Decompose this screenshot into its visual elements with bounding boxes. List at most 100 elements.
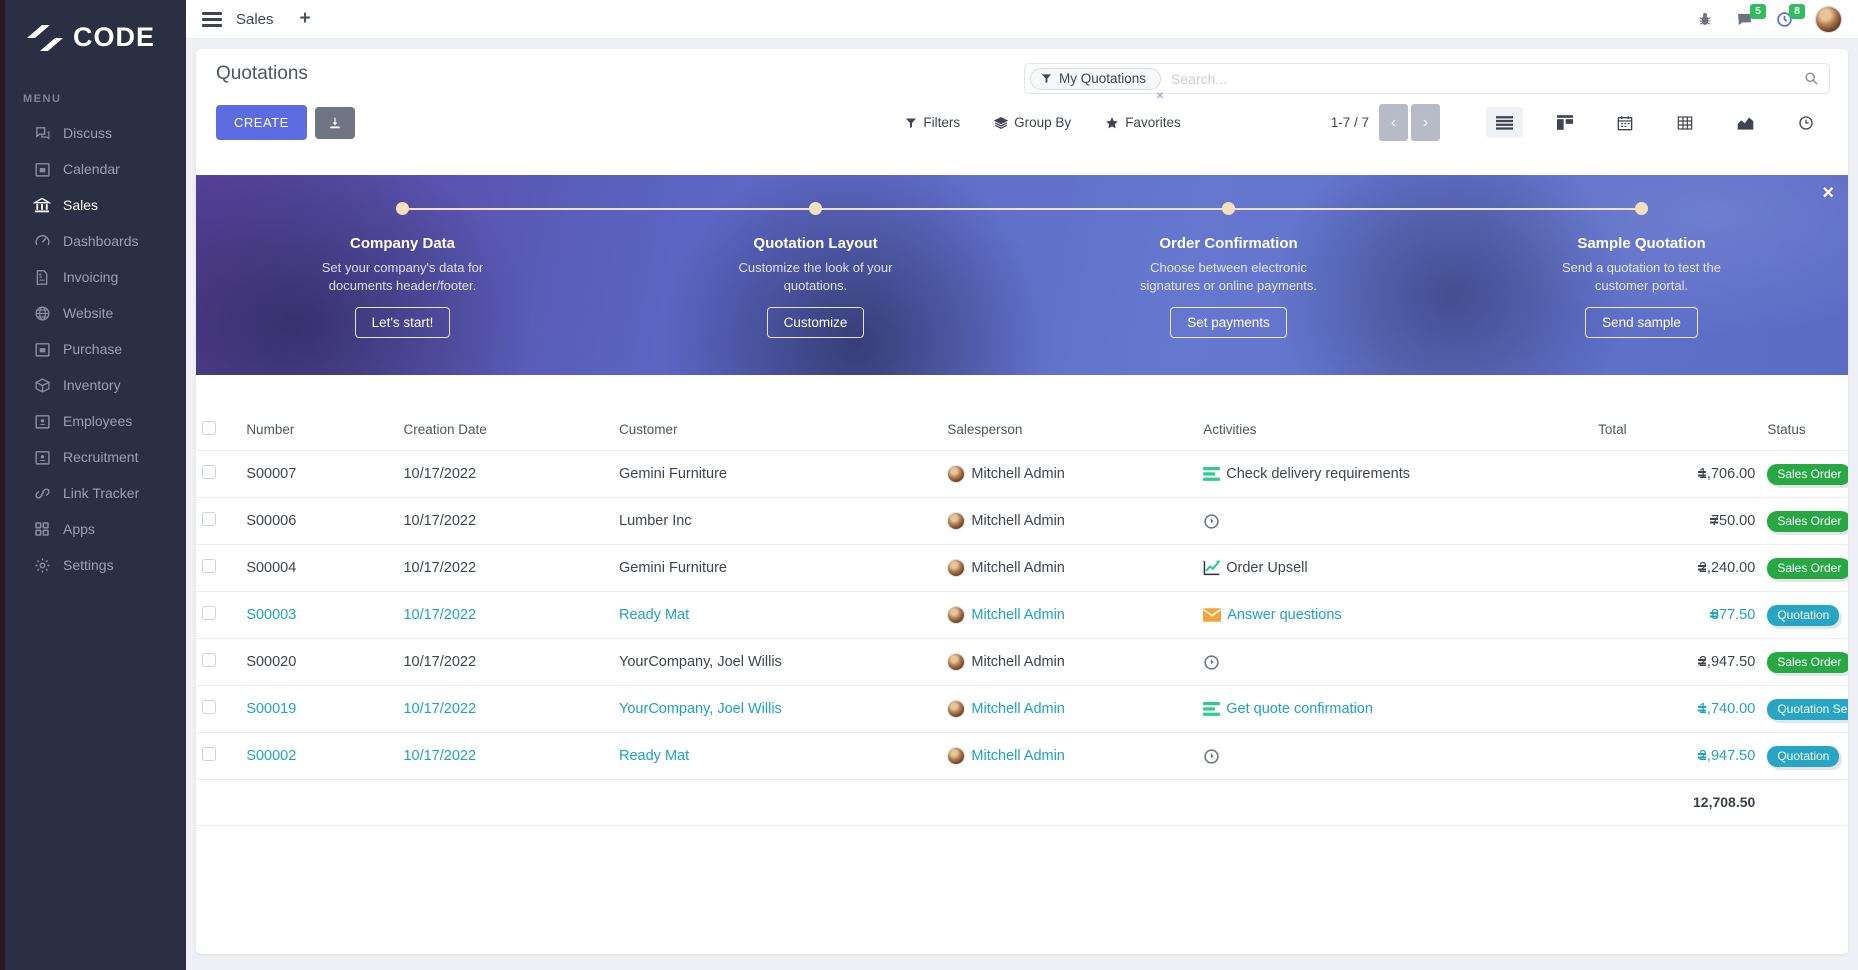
group-by-label: Group By: [1014, 115, 1071, 130]
kanban-view-button[interactable]: [1547, 107, 1583, 138]
step-title: Company Data: [350, 235, 455, 252]
sidebar-item-employees[interactable]: Employees: [5, 403, 186, 439]
current-app-tab[interactable]: Sales: [236, 11, 274, 28]
clock-activity-icon[interactable]: [1203, 748, 1220, 765]
sidebar-item-dashboards[interactable]: Dashboards: [5, 223, 186, 259]
cell-activity: Answer questions: [1227, 607, 1341, 623]
select-all-cell: [196, 409, 240, 451]
clock-activity-icon[interactable]: [1203, 513, 1220, 530]
graph-view-button[interactable]: [1727, 107, 1764, 138]
clock-activity-icon[interactable]: [1203, 654, 1220, 671]
sidebar-item-label: Invoicing: [63, 269, 118, 285]
table-row[interactable]: S00002 10/17/2022 Ready Mat Mitchell Adm…: [196, 733, 1848, 780]
column-header-total[interactable]: Total: [1592, 409, 1761, 451]
messages-icon[interactable]: 5: [1735, 11, 1754, 28]
search-facet-my-quotations[interactable]: My Quotations ×: [1030, 68, 1161, 90]
sidebar-item-recruitment[interactable]: Recruitment: [5, 439, 186, 475]
search-icon[interactable]: [1804, 71, 1819, 86]
envelope-activity-icon[interactable]: [1203, 608, 1221, 622]
debug-bug-icon[interactable]: [1697, 11, 1713, 27]
customize-button[interactable]: Customize: [767, 307, 865, 338]
chart-activity-icon[interactable]: [1203, 560, 1220, 576]
sidebar-item-purchase[interactable]: Purchase: [5, 331, 186, 367]
cell-salesperson: Mitchell Admin: [971, 748, 1064, 764]
sidebar-item-calendar[interactable]: Calendar: [5, 151, 186, 187]
calendar-view-button[interactable]: [1607, 107, 1643, 139]
row-checkbox[interactable]: [202, 700, 216, 714]
pager-previous-button[interactable]: ‹: [1379, 104, 1408, 141]
sidebar-item-label: Apps: [63, 521, 95, 537]
cell-number: S00019: [240, 686, 397, 733]
table-row[interactable]: S00019 10/17/2022 YourCompany, Joel Will…: [196, 686, 1848, 733]
list-view-button[interactable]: [1486, 107, 1523, 138]
status-badge: Sales Order: [1767, 558, 1848, 579]
column-header-activities[interactable]: Activities: [1197, 409, 1592, 451]
search-bar[interactable]: My Quotations × Search...: [1024, 63, 1830, 94]
set-payments-button[interactable]: Set payments: [1170, 307, 1287, 338]
favorites-label: Favorites: [1125, 115, 1181, 130]
link-icon: [33, 484, 51, 502]
table-row[interactable]: S00006 10/17/2022 Lumber Inc Mitchell Ad…: [196, 498, 1848, 545]
column-header-status[interactable]: Status: [1761, 409, 1848, 451]
table-row[interactable]: S00004 10/17/2022 Gemini Furniture Mitch…: [196, 545, 1848, 592]
step-title: Sample Quotation: [1577, 235, 1705, 252]
sidebar-item-label: Inventory: [63, 377, 121, 393]
row-checkbox[interactable]: [202, 606, 216, 620]
brand-logo[interactable]: CODE: [5, 0, 186, 79]
sidebar-item-apps[interactable]: Apps: [5, 511, 186, 547]
column-header-salesperson[interactable]: Salesperson: [941, 409, 1197, 451]
cell-activity: Check delivery requirements: [1226, 466, 1410, 482]
sidebar-item-sales[interactable]: Sales: [5, 187, 186, 223]
status-badge: Sales Order: [1767, 652, 1848, 673]
sidebar-item-discuss[interactable]: Discuss: [5, 115, 186, 151]
send-sample-button[interactable]: Send sample: [1585, 307, 1698, 338]
pivot-view-button[interactable]: [1667, 107, 1703, 139]
page-title: Quotations: [216, 63, 308, 85]
sidebar-item-link-tracker[interactable]: Link Tracker: [5, 475, 186, 511]
search-input[interactable]: Search...: [1171, 71, 1227, 87]
pager: 1-7 / 7 ‹ ›: [1331, 104, 1440, 141]
pager-next-button[interactable]: ›: [1411, 104, 1440, 141]
column-header-customer[interactable]: Customer: [613, 409, 941, 451]
table-row[interactable]: S00003 10/17/2022 Ready Mat Mitchell Adm…: [196, 592, 1848, 639]
tasks-activity-icon[interactable]: [1203, 467, 1220, 481]
add-tab-button[interactable]: +: [300, 8, 311, 30]
lets-start-button[interactable]: Let's start!: [355, 307, 451, 338]
sidebar-item-inventory[interactable]: Inventory: [5, 367, 186, 403]
activities-clock-icon[interactable]: 8: [1776, 11, 1793, 28]
row-checkbox[interactable]: [202, 747, 216, 761]
hamburger-menu-icon[interactable]: [202, 12, 222, 27]
row-checkbox[interactable]: [202, 465, 216, 479]
sidebar-item-website[interactable]: Website: [5, 295, 186, 331]
sidebar-item-settings[interactable]: Settings: [5, 547, 186, 583]
column-header-creation-date[interactable]: Creation Date: [397, 409, 613, 451]
cell-activity: Order Upsell: [1226, 560, 1307, 576]
tasks-activity-icon[interactable]: [1203, 702, 1220, 716]
user-avatar[interactable]: [1815, 6, 1842, 33]
content-card: Quotations My Quotations × Search...: [196, 49, 1848, 954]
column-header-number[interactable]: Number: [240, 409, 397, 451]
select-all-checkbox[interactable]: [202, 421, 216, 435]
group-by-dropdown[interactable]: Group By: [994, 115, 1071, 130]
step-dot: [396, 202, 409, 215]
dashboard-gauge-icon: [33, 232, 51, 250]
salesperson-avatar: [947, 747, 965, 765]
sidebar-item-invoicing[interactable]: $ Invoicing: [5, 259, 186, 295]
step-description: Send a quotation to test the customer po…: [1537, 259, 1747, 294]
activity-view-button[interactable]: [1788, 107, 1824, 139]
filters-dropdown[interactable]: Filters: [905, 115, 960, 130]
step-description: Set your company's data for documents he…: [298, 259, 508, 294]
export-button[interactable]: [315, 107, 355, 139]
table-row[interactable]: S00007 10/17/2022 Gemini Furniture Mitch…: [196, 451, 1848, 498]
facet-remove-icon[interactable]: ×: [1156, 88, 1164, 102]
create-button[interactable]: CREATE: [216, 105, 307, 140]
sidebar-item-label: Calendar: [63, 161, 120, 177]
favorites-dropdown[interactable]: Favorites: [1105, 115, 1181, 130]
apps-grid-icon: [33, 520, 51, 538]
invoice-icon: $: [33, 268, 51, 286]
cell-date: 10/17/2022: [397, 592, 613, 639]
row-checkbox[interactable]: [202, 512, 216, 526]
table-row[interactable]: S00020 10/17/2022 YourCompany, Joel Will…: [196, 639, 1848, 686]
row-checkbox[interactable]: [202, 653, 216, 667]
row-checkbox[interactable]: [202, 559, 216, 573]
